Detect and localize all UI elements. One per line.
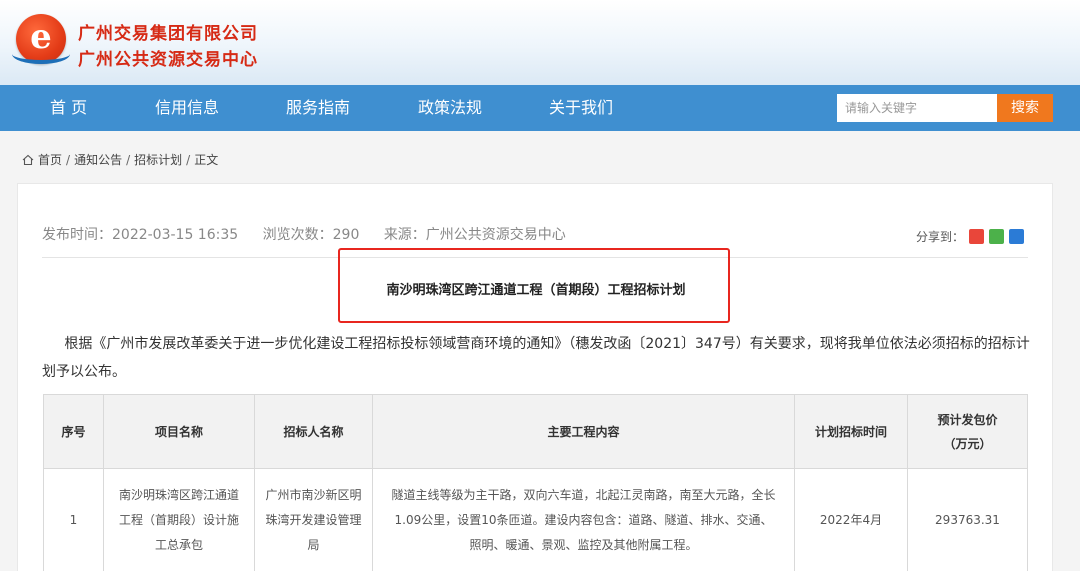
- weibo-share-icon[interactable]: [969, 229, 984, 244]
- breadcrumb: 首页 / 通知公告 / 招标计划 / 正文: [22, 151, 218, 168]
- share-label: 分享到：: [915, 230, 964, 244]
- breadcrumb-separator: /: [66, 152, 71, 167]
- header-plan-time: 计划招标时间: [794, 394, 908, 469]
- cell-serial: 1: [43, 468, 104, 571]
- main-nav: 首 页 信用信息 服务指南 政策法规 关于我们 请输入关键字 搜索: [0, 85, 1080, 131]
- nav-home[interactable]: 首 页: [50, 85, 87, 131]
- article-source: 来源：广州公共资源交易中心: [383, 227, 566, 243]
- header-tenderer: 招标人名称: [254, 394, 373, 469]
- article-title: 南沙明珠湾区跨江通道工程（首期段）工程招标计划: [386, 283, 686, 298]
- site-logo[interactable]: e: [12, 14, 70, 64]
- cell-tenderer: 广州市南沙新区明珠湾开发建设管理局: [254, 468, 373, 571]
- header-serial: 序号: [43, 394, 104, 469]
- qq-share-icon[interactable]: [1009, 229, 1024, 244]
- org-name-line1: 广州交易集团有限公司: [78, 24, 258, 44]
- breadcrumb-current: 正文: [194, 153, 219, 167]
- cell-plan-time: 2022年4月: [794, 468, 908, 571]
- wechat-share-icon[interactable]: [989, 229, 1004, 244]
- org-name-line2: 广州公共资源交易中心: [78, 50, 258, 70]
- breadcrumb-notices[interactable]: 通知公告: [74, 151, 122, 168]
- search-input[interactable]: 请输入关键字: [837, 94, 997, 122]
- breadcrumb-separator: /: [126, 152, 131, 167]
- tender-plan-table: 序号 项目名称 招标人名称 主要工程内容 计划招标时间 预计发包价（万元） 1 …: [43, 394, 1028, 571]
- share-bar: 分享到：: [916, 228, 1024, 245]
- breadcrumb-separator: /: [186, 152, 191, 167]
- article-intro: 根据《广州市发展改革委关于进一步优化建设工程招标投标领域营商环境的通知》（穗发改…: [42, 336, 1030, 380]
- view-count: 浏览次数：290: [262, 227, 360, 243]
- article-meta: 发布时间：2022-03-15 16:35 浏览次数：290 来源：广州公共资源…: [42, 224, 586, 244]
- table-header-row: 序号 项目名称 招标人名称 主要工程内容 计划招标时间 预计发包价（万元）: [43, 394, 1028, 469]
- nav-credit-info[interactable]: 信用信息: [155, 85, 219, 131]
- header-price: 预计发包价（万元）: [907, 394, 1028, 469]
- home-icon: [22, 154, 34, 165]
- cell-price: 293763.31: [907, 468, 1028, 571]
- cell-work-content: 隧道主线等级为主干路，双向六车道，北起江灵南路，南至大元路，全长1.09公里，设…: [372, 468, 795, 571]
- logo-letter: e: [30, 17, 52, 57]
- table-row: 1 南沙明珠湾区跨江通道工程（首期段）设计施工总承包 广州市南沙新区明珠湾开发建…: [43, 468, 1028, 571]
- search-button[interactable]: 搜索: [997, 94, 1053, 122]
- nav-policy-regulations[interactable]: 政策法规: [418, 85, 482, 131]
- breadcrumb-home[interactable]: 首页: [38, 151, 62, 168]
- article-card: 发布时间：2022-03-15 16:35 浏览次数：290 来源：广州公共资源…: [17, 183, 1053, 571]
- site-header: e 广州交易集团有限公司 广州公共资源交易中心: [0, 0, 1080, 85]
- breadcrumb-tender-plan[interactable]: 招标计划: [134, 151, 182, 168]
- cell-project-name: 南沙明珠湾区跨江通道工程（首期段）设计施工总承包: [103, 468, 255, 571]
- nav-service-guide[interactable]: 服务指南: [286, 85, 350, 131]
- header-work-content: 主要工程内容: [372, 394, 795, 469]
- header-project-name: 项目名称: [103, 394, 255, 469]
- nav-about-us[interactable]: 关于我们: [549, 85, 613, 131]
- publish-time: 发布时间：2022-03-15 16:35: [42, 227, 239, 243]
